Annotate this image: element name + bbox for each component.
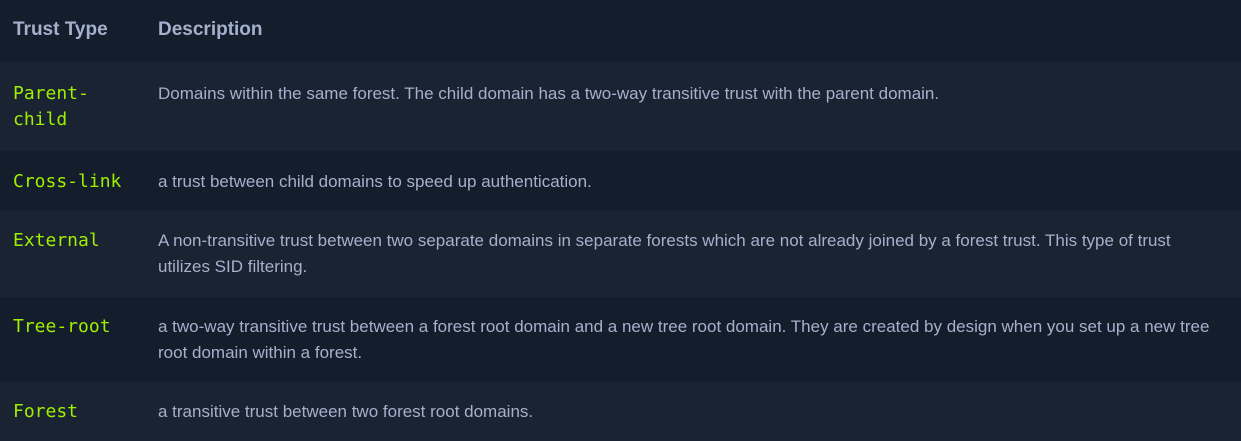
table-row: Cross-link a trust between child domains… xyxy=(0,151,1241,211)
description-line: A non-transitive trust between two separ… xyxy=(158,231,1171,250)
trust-type-code: Forest xyxy=(13,401,79,422)
header-description: Description xyxy=(158,19,263,40)
trust-type-cell: Forest xyxy=(0,382,158,441)
description-line: a two-way transitive trust between a for… xyxy=(158,317,1210,336)
trust-type-line: Parent- xyxy=(13,83,89,104)
trust-type-code: Cross-link xyxy=(13,171,122,192)
trust-type-cell: Cross-link xyxy=(0,151,158,211)
trust-type-code: Tree-root xyxy=(13,316,111,337)
description-cell: Domains within the same forest. The chil… xyxy=(158,62,1241,151)
description-line: a transitive trust between two forest ro… xyxy=(158,402,534,421)
description-line: utilizes SID filtering. xyxy=(158,257,308,276)
trust-types-table: Trust Type Description Parent- child Dom… xyxy=(0,0,1241,441)
description-line: a trust between child domains to speed u… xyxy=(158,172,592,191)
description-cell: a trust between child domains to speed u… xyxy=(158,151,1241,211)
table-row: Parent- child Domains within the same fo… xyxy=(0,62,1241,151)
table-row: Tree-root a two-way transitive trust bet… xyxy=(0,297,1241,382)
table-row: External A non-transitive trust between … xyxy=(0,211,1241,297)
description-line: root domain within a forest. xyxy=(158,343,363,362)
description-cell: a transitive trust between two forest ro… xyxy=(158,382,1241,441)
trust-type-cell: Parent- child xyxy=(0,62,158,151)
trust-type-code: Parent- child xyxy=(13,81,158,133)
trust-type-cell: External xyxy=(0,211,158,297)
table-row: Forest a transitive trust between two fo… xyxy=(0,382,1241,441)
description-line: Domains within the same forest. The chil… xyxy=(158,84,940,103)
description-cell: A non-transitive trust between two separ… xyxy=(158,211,1241,297)
header-trust-type: Trust Type xyxy=(13,19,108,40)
trust-type-line: child xyxy=(13,109,68,130)
description-cell: a two-way transitive trust between a for… xyxy=(158,297,1241,382)
trust-type-cell: Tree-root xyxy=(0,297,158,382)
trust-type-code: External xyxy=(13,230,100,251)
table-header-row: Trust Type Description xyxy=(0,0,1241,62)
